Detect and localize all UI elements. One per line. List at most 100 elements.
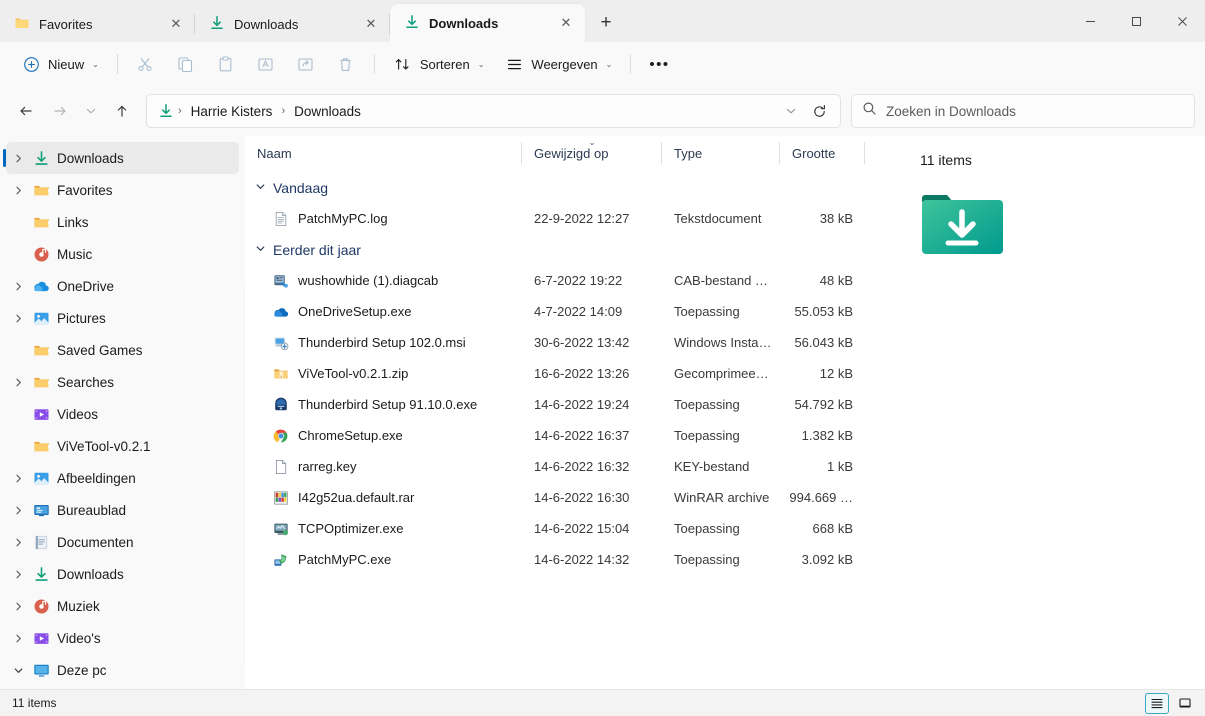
sidebar-item-documenten[interactable]: Documenten xyxy=(6,526,239,558)
tab-favorites[interactable]: Favorites ✕ xyxy=(0,6,195,42)
file-row[interactable]: Thunderbird Setup 102.0.msi 30-6-2022 13:… xyxy=(245,327,890,358)
group-header[interactable]: Vandaag xyxy=(245,172,890,203)
sidebar-item-links[interactable]: Links xyxy=(6,206,239,238)
chevron-right-icon[interactable] xyxy=(6,505,30,516)
search-input[interactable] xyxy=(886,103,1184,119)
file-row[interactable]: Thunderbird Setup 91.10.0.exe 14-6-2022 1… xyxy=(245,389,890,420)
sidebar-item-videos[interactable]: Videos xyxy=(6,398,239,430)
large-icons-view-icon[interactable] xyxy=(1173,693,1197,714)
chevron-right-icon[interactable] xyxy=(6,153,30,164)
file-row[interactable]: PatchMyPC.exe 14-6-2022 14:32 Toepassing 3.… xyxy=(245,544,890,575)
file-row[interactable]: PatchMyPC.log 22-9-2022 12:27 Tekstdocumen… xyxy=(245,203,890,234)
file-row[interactable]: I42g52ua.default.rar 14-6-2022 16:30 WinRA… xyxy=(245,482,890,513)
sidebar-item-bureaublad[interactable]: Bureaublad xyxy=(6,494,239,526)
column-header-date[interactable]: ⌄ Gewijzigd op xyxy=(522,136,662,170)
file-name-cell[interactable]: ViVeTool-v0.2.1.zip xyxy=(245,365,522,382)
music-icon xyxy=(30,246,52,263)
sort-button[interactable]: Sorteren ⌄ xyxy=(384,48,494,80)
close-button[interactable] xyxy=(1159,0,1205,42)
tab-downloads-2[interactable]: Downloads ✕ xyxy=(390,4,585,42)
column-header-size[interactable]: Grootte xyxy=(780,136,865,170)
group-header[interactable]: Eerder dit jaar xyxy=(245,234,890,265)
rename-button[interactable] xyxy=(247,48,285,80)
sidebar-item-afbeeldingen[interactable]: Afbeeldingen xyxy=(6,462,239,494)
sidebar-item-downloads[interactable]: Downloads xyxy=(3,142,239,174)
sidebar-item-deze-pc[interactable]: Deze pc xyxy=(6,654,239,686)
sidebar-item-muziek[interactable]: Muziek xyxy=(6,590,239,622)
share-button[interactable] xyxy=(287,48,325,80)
breadcrumb-item-downloads[interactable]: Downloads xyxy=(288,101,367,122)
view-button[interactable]: Weergeven ⌄ xyxy=(495,48,621,80)
file-row[interactable]: OneDriveSetup.exe 4-7-2022 14:09 Toepassin… xyxy=(245,296,890,327)
sidebar-item-onedrive[interactable]: OneDrive xyxy=(6,270,239,302)
recent-locations-button[interactable] xyxy=(78,95,104,127)
details-view-icon[interactable] xyxy=(1145,692,1169,714)
copy-button[interactable] xyxy=(167,48,205,80)
chevron-right-icon[interactable] xyxy=(6,569,30,580)
column-header-name[interactable]: Naam xyxy=(245,136,522,170)
file-name-cell[interactable]: PatchMyPC.exe xyxy=(245,551,522,568)
new-button[interactable]: Nieuw ⌄ xyxy=(12,48,108,80)
file-name-cell[interactable]: wushowhide (1).diagcab xyxy=(245,272,522,289)
breadcrumb-dropdown-icon[interactable] xyxy=(778,98,804,124)
file-row[interactable]: rarreg.key 14-6-2022 16:32 KEY-bestand 1 kB xyxy=(245,451,890,482)
close-icon[interactable]: ✕ xyxy=(360,13,382,35)
sidebar-item-video-s[interactable]: Video's xyxy=(6,622,239,654)
back-button[interactable] xyxy=(10,95,42,127)
folder-icon xyxy=(30,214,52,231)
chevron-down-icon[interactable] xyxy=(255,181,266,195)
maximize-button[interactable] xyxy=(1113,0,1159,42)
file-name-cell[interactable]: ChromeSetup.exe xyxy=(245,427,522,444)
chevron-right-icon[interactable] xyxy=(6,377,30,388)
file-row[interactable]: ViVeTool-v0.2.1.zip 16-6-2022 13:26 Gecomp… xyxy=(245,358,890,389)
tab-downloads-1[interactable]: Downloads ✕ xyxy=(195,6,390,42)
column-divider[interactable] xyxy=(864,142,865,164)
search-box[interactable] xyxy=(851,94,1195,128)
sidebar-item-music[interactable]: Music xyxy=(6,238,239,270)
chevron-right-icon[interactable] xyxy=(6,281,30,292)
minimize-button[interactable] xyxy=(1067,0,1113,42)
file-row[interactable]: wushowhide (1).diagcab 6-7-2022 19:22 CAB-… xyxy=(245,265,890,296)
chevron-right-icon[interactable] xyxy=(6,537,30,548)
breadcrumb[interactable]: › Harrie Kisters › Downloads xyxy=(146,94,841,128)
sidebar-item-vivetool-v0-2-1[interactable]: ViVeTool-v0.2.1 xyxy=(6,430,239,462)
chevron-right-icon[interactable] xyxy=(6,633,30,644)
file-name-cell[interactable]: PatchMyPC.log xyxy=(245,210,522,227)
file-name-cell[interactable]: TCPOptimizer.exe xyxy=(245,520,522,537)
cut-button[interactable] xyxy=(127,48,165,80)
paste-button[interactable] xyxy=(207,48,245,80)
chevron-right-icon[interactable] xyxy=(6,601,30,612)
chevron-down-icon[interactable] xyxy=(255,243,266,257)
breadcrumb-separator: › xyxy=(178,105,182,117)
sidebar-item-saved-games[interactable]: Saved Games xyxy=(6,334,239,366)
file-name-cell[interactable]: Thunderbird Setup 102.0.msi xyxy=(245,334,522,351)
up-button[interactable] xyxy=(106,95,138,127)
sidebar-item-searches[interactable]: Searches xyxy=(6,366,239,398)
file-type-cell: Tekstdocument xyxy=(674,211,762,226)
chevron-right-icon[interactable] xyxy=(6,313,30,324)
refresh-icon[interactable] xyxy=(806,98,832,124)
column-header-type[interactable]: Type xyxy=(662,136,780,170)
file-row[interactable]: ChromeSetup.exe 14-6-2022 16:37 Toepassing… xyxy=(245,420,890,451)
file-row[interactable]: TCPOptimizer.exe 14-6-2022 15:04 Toepassin… xyxy=(245,513,890,544)
tab-label: Favorites xyxy=(39,16,93,32)
downloads-icon xyxy=(209,15,225,34)
sidebar-item-pictures[interactable]: Pictures xyxy=(6,302,239,334)
forward-button[interactable] xyxy=(44,95,76,127)
chevron-down-icon[interactable] xyxy=(6,665,30,676)
sidebar-item-downloads[interactable]: Downloads xyxy=(6,558,239,590)
file-size-cell: 3.092 kB xyxy=(801,552,853,567)
close-icon[interactable]: ✕ xyxy=(555,12,577,34)
file-name-cell[interactable]: rarreg.key xyxy=(245,458,522,475)
close-icon[interactable]: ✕ xyxy=(165,13,187,35)
chevron-right-icon[interactable] xyxy=(6,473,30,484)
file-name-cell[interactable]: OneDriveSetup.exe xyxy=(245,303,522,320)
more-options-button[interactable]: ••• xyxy=(640,48,678,80)
file-name-cell[interactable]: I42g52ua.default.rar xyxy=(245,489,522,506)
sidebar-item-favorites[interactable]: Favorites xyxy=(6,174,239,206)
file-name-cell[interactable]: Thunderbird Setup 91.10.0.exe xyxy=(245,396,522,413)
breadcrumb-item-user[interactable]: Harrie Kisters xyxy=(185,101,279,122)
chevron-right-icon[interactable] xyxy=(6,185,30,196)
new-tab-button[interactable]: + xyxy=(591,8,621,38)
delete-button[interactable] xyxy=(327,48,365,80)
